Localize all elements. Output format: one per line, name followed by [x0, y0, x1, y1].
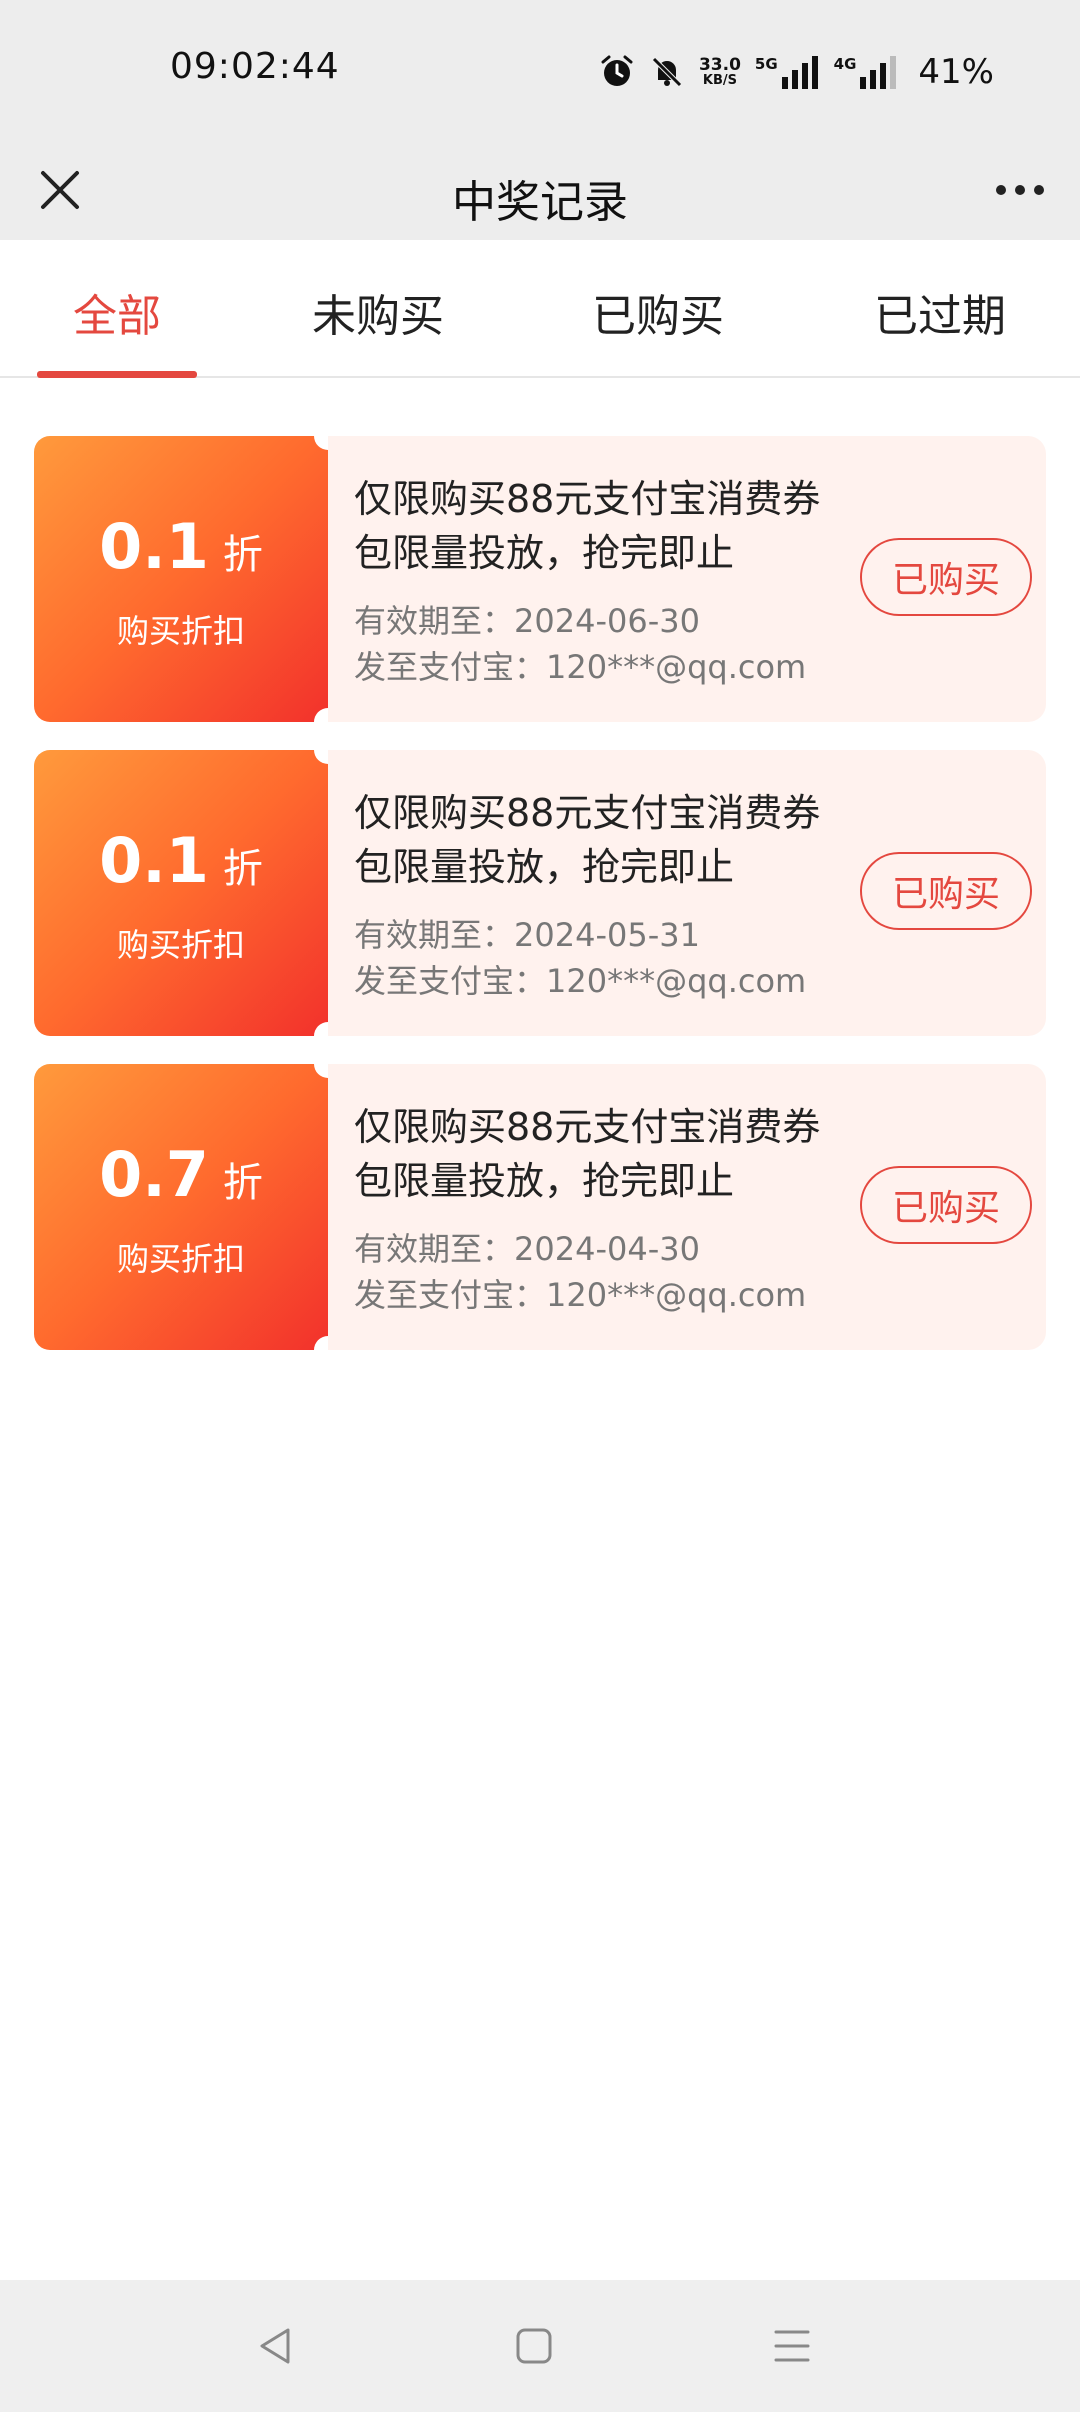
tab-label: 未购买 [312, 291, 444, 342]
status-bar: 09:02:44 33.0 KB/S 5G 4G 41% [0, 0, 1080, 140]
discount-value: 0.1 [99, 510, 209, 583]
coupon-discount-panel: 0.7 折 购买折扣 [34, 1050, 342, 1364]
triangle-back-icon [260, 2328, 290, 2364]
mute-bell-icon [649, 54, 685, 90]
tab-all[interactable]: 全部 [37, 280, 197, 370]
discount-label: 购买折扣 [116, 926, 245, 964]
coupon-expire-date: 有效期至：2024-04-30 [354, 1230, 700, 1268]
status-time: 09:02:44 [170, 46, 340, 87]
purchased-status-button[interactable]: 已购买 [860, 538, 1032, 616]
discount-unit: 折 [222, 846, 263, 892]
discount-label: 购买折扣 [116, 1240, 245, 1278]
coupon-title: 仅限购买88元支付宝消费券包限量投放，抢完即止 [354, 1105, 821, 1203]
coupon-expire-date: 有效期至：2024-05-31 [354, 916, 700, 954]
purchased-status-button[interactable]: 已购买 [860, 852, 1032, 930]
discount-unit: 折 [222, 532, 263, 578]
coupon-expire-date: 有效期至：2024-06-30 [354, 602, 700, 640]
battery-level: 41% [918, 52, 994, 92]
coupon-send-to: 发至支付宝：120***@qq.com [354, 1276, 807, 1314]
coupon-card[interactable]: 0.7 折 购买折扣 仅限购买88元支付宝消费券包限量投放，抢完即止 有效期至：… [34, 1050, 1046, 1364]
signal-bars-icon [781, 56, 818, 89]
signal-5g: 5G [755, 55, 820, 89]
tab-not-purchased[interactable]: 未购买 [283, 280, 473, 370]
tab-purchased[interactable]: 已购买 [563, 280, 753, 370]
discount-row: 0.1 折 [34, 510, 328, 583]
net-speed-unit: KB/S [702, 72, 737, 88]
coupon-send-to: 发至支付宝：120***@qq.com [354, 648, 807, 686]
tab-label: 已过期 [874, 291, 1006, 342]
coupon-list: 0.1 折 购买折扣 仅限购买88元支付宝消费券包限量投放，抢完即止 有效期至：… [34, 422, 1046, 1378]
coupon-title: 仅限购买88元支付宝消费券包限量投放，抢完即止 [354, 791, 821, 889]
page-title: 中奖记录 [452, 177, 628, 228]
discount-row: 0.7 折 [34, 1138, 328, 1211]
coupon-card[interactable]: 0.1 折 购买折扣 仅限购买88元支付宝消费券包限量投放，抢完即止 有效期至：… [34, 422, 1046, 736]
nav-back-button[interactable] [240, 2310, 312, 2382]
more-dots-icon [996, 185, 1044, 195]
discount-unit: 折 [222, 1160, 263, 1206]
tab-expired[interactable]: 已过期 [845, 280, 1035, 370]
system-nav-bar [0, 2280, 1080, 2412]
coupon-discount-panel: 0.1 折 购买折扣 [34, 736, 342, 1050]
discount-row: 0.1 折 [34, 824, 328, 897]
active-tab-indicator [37, 371, 197, 378]
tab-label: 已购买 [592, 291, 724, 342]
coupon-title: 仅限购买88元支付宝消费券包限量投放，抢完即止 [354, 477, 821, 575]
coupon-card[interactable]: 0.1 折 购买折扣 仅限购买88元支付宝消费券包限量投放，抢完即止 有效期至：… [34, 736, 1046, 1050]
menu-lines-icon [774, 2330, 810, 2362]
net-speed-value: 33.0 [698, 54, 741, 75]
tab-bar: 全部 未购买 已购买 已过期 [0, 240, 1080, 378]
nav-home-button[interactable] [498, 2310, 570, 2382]
signal-4g: 4G [834, 55, 899, 89]
coupon-info-panel: 仅限购买88元支付宝消费券包限量投放，抢完即止 有效期至：2024-05-31 … [328, 750, 1046, 1036]
signal-bars-icon [860, 56, 897, 89]
more-button[interactable] [988, 158, 1052, 222]
purchased-status-button[interactable]: 已购买 [860, 1166, 1032, 1244]
coupon-info-panel: 仅限购买88元支付宝消费券包限量投放，抢完即止 有效期至：2024-04-30 … [328, 1064, 1046, 1350]
discount-label: 购买折扣 [116, 612, 245, 650]
discount-value: 0.7 [99, 1138, 209, 1211]
square-home-icon [516, 2328, 552, 2364]
tab-label: 全部 [73, 291, 161, 342]
coupon-info-panel: 仅限购买88元支付宝消费券包限量投放，抢完即止 有效期至：2024-06-30 … [328, 436, 1046, 722]
coupon-discount-panel: 0.1 折 购买折扣 [34, 422, 342, 736]
status-icons: 33.0 KB/S 5G 4G 41% [599, 46, 994, 98]
nav-menu-button[interactable] [756, 2310, 828, 2382]
alarm-icon [599, 54, 635, 90]
net-speed: 33.0 KB/S [698, 54, 741, 88]
title-bar: 中奖记录 [0, 140, 1080, 240]
coupon-send-to: 发至支付宝：120***@qq.com [354, 962, 807, 1000]
discount-value: 0.1 [99, 824, 209, 897]
net-5g-label: 5G [754, 55, 778, 73]
net-4g-label: 4G [833, 55, 857, 73]
